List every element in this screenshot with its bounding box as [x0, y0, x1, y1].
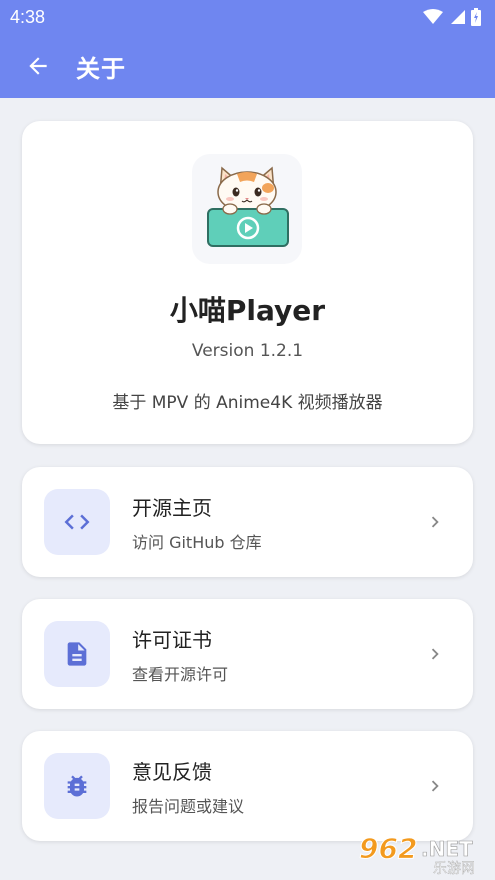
status-icons [423, 8, 481, 26]
wifi-icon [423, 9, 443, 24]
arrow-back-icon [29, 57, 47, 75]
site-watermark-logo: 962 .NET 乐游网 [355, 828, 489, 878]
row-texts: 许可证书 查看开源许可 [132, 624, 423, 685]
row-icon-box [44, 753, 110, 819]
svg-text:.NET: .NET [421, 837, 473, 861]
chevron-right-icon [423, 774, 447, 798]
row-title: 意见反馈 [132, 759, 212, 784]
chevron-right-icon [423, 642, 447, 666]
app-info-card: 小喵Player Version 1.2.1 基于 MPV 的 Anime4K … [22, 121, 473, 444]
feedback-row[interactable]: 意见反馈 报告问题或建议 [22, 731, 473, 841]
cellular-signal-icon [451, 10, 465, 24]
status-time: 4:38 [10, 6, 46, 27]
app-name: 小喵Player [169, 294, 326, 327]
app-logo [192, 154, 302, 264]
battery-icon [471, 8, 481, 26]
row-subtitle: 访问 GitHub 仓库 [132, 532, 262, 552]
row-title: 许可证书 [132, 627, 212, 652]
app-bar: 关于 [0, 34, 495, 98]
status-bar: 4:38 [0, 0, 495, 34]
back-button[interactable] [18, 46, 58, 86]
row-subtitle: 报告问题或建议 [132, 796, 245, 816]
license-row[interactable]: 许可证书 查看开源许可 [22, 599, 473, 709]
row-icon-box [44, 621, 110, 687]
page-title: 关于 [76, 54, 126, 83]
row-texts: 意见反馈 报告问题或建议 [132, 756, 423, 817]
document-icon [67, 642, 87, 666]
row-texts: 开源主页 访问 GitHub 仓库 [132, 492, 423, 553]
code-icon [64, 514, 90, 530]
chevron-right-icon [423, 510, 447, 534]
row-subtitle: 查看开源许可 [132, 664, 229, 684]
app-version: Version 1.2.1 [191, 341, 304, 361]
app-description: 基于 MPV 的 Anime4K 视频播放器 [112, 393, 383, 413]
svg-text:962: 962 [359, 832, 417, 865]
svg-text:乐游网: 乐游网 [433, 861, 475, 876]
bug-icon [67, 775, 87, 797]
source-home-row[interactable]: 开源主页 访问 GitHub 仓库 [22, 467, 473, 577]
cat-player-logo-icon [207, 166, 289, 247]
row-title: 开源主页 [132, 495, 212, 520]
row-icon-box [44, 489, 110, 555]
